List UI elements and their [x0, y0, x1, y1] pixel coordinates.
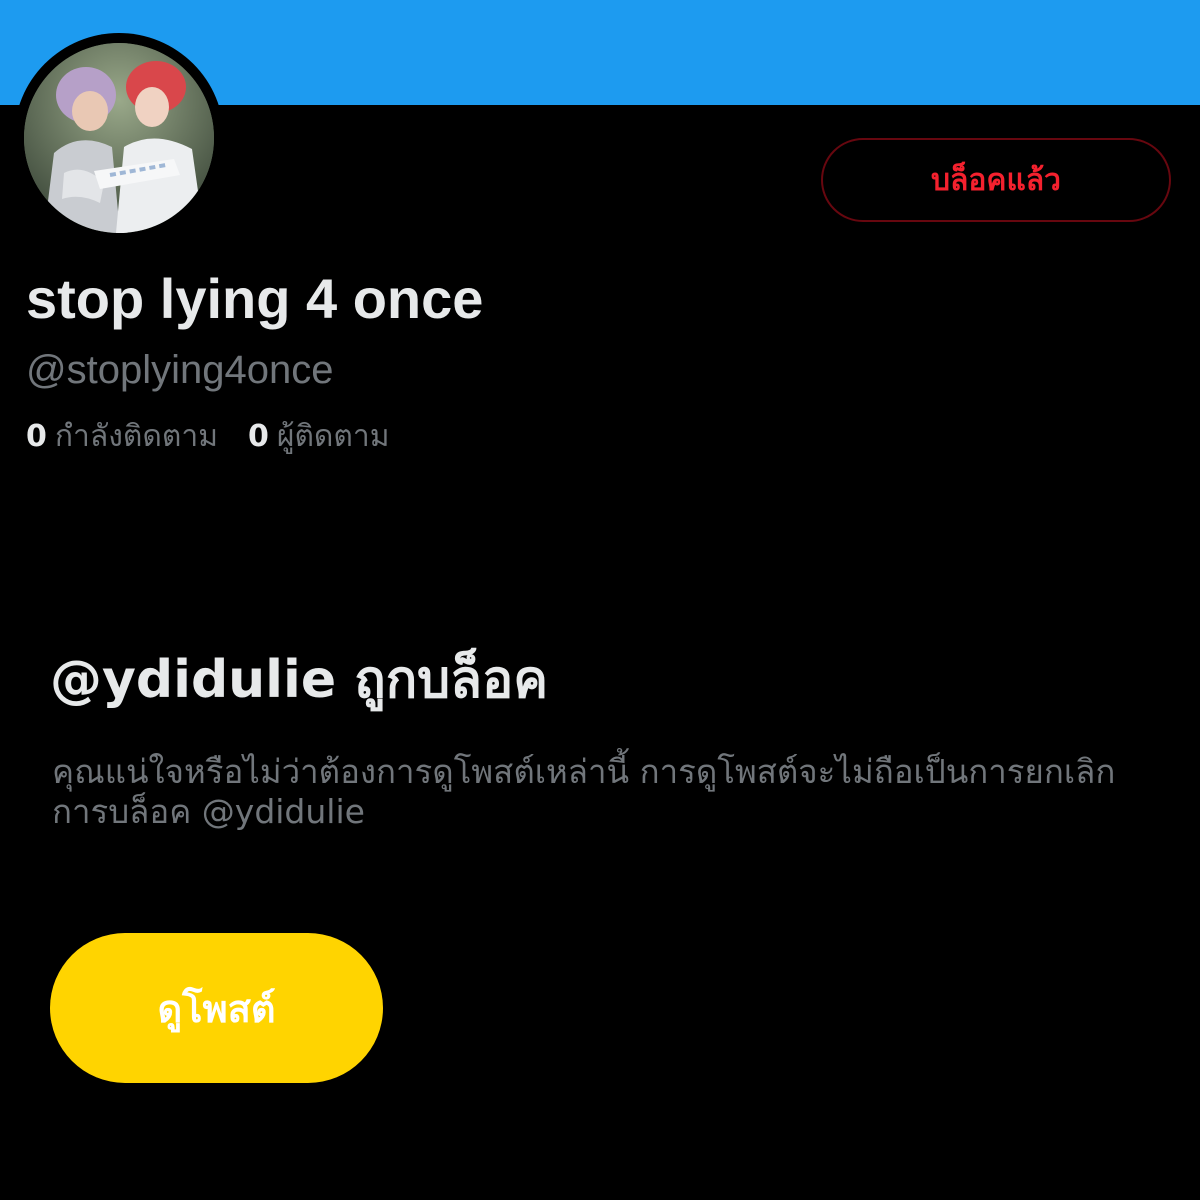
following-label: กำลังติดตาม	[54, 418, 218, 454]
display-name: stop lying 4 once	[26, 267, 484, 330]
avatar-photo-icon	[24, 43, 214, 233]
avatar[interactable]	[24, 43, 214, 233]
blocked-notice-title: @ydidulie ถูกบล็อค	[50, 650, 549, 710]
following-count: 0	[26, 418, 47, 454]
followers-stat[interactable]: 0 ผู้ติดตาม	[248, 413, 390, 460]
view-posts-button[interactable]: ดูโพสต์	[50, 933, 383, 1083]
blocked-notice-description: คุณแน่ใจหรือไม่ว่าต้องการดูโพสต์เหล่านี้…	[52, 752, 1116, 831]
profile-handle: @stoplying4once	[26, 348, 334, 392]
follow-stats: 0 กำลังติดตาม 0 ผู้ติดตาม	[26, 414, 390, 458]
following-stat[interactable]: 0 กำลังติดตาม	[26, 413, 218, 460]
followers-label: ผู้ติดตาม	[276, 418, 390, 454]
followers-count: 0	[248, 418, 269, 454]
blocked-button[interactable]: บล็อคแล้ว	[821, 138, 1171, 222]
